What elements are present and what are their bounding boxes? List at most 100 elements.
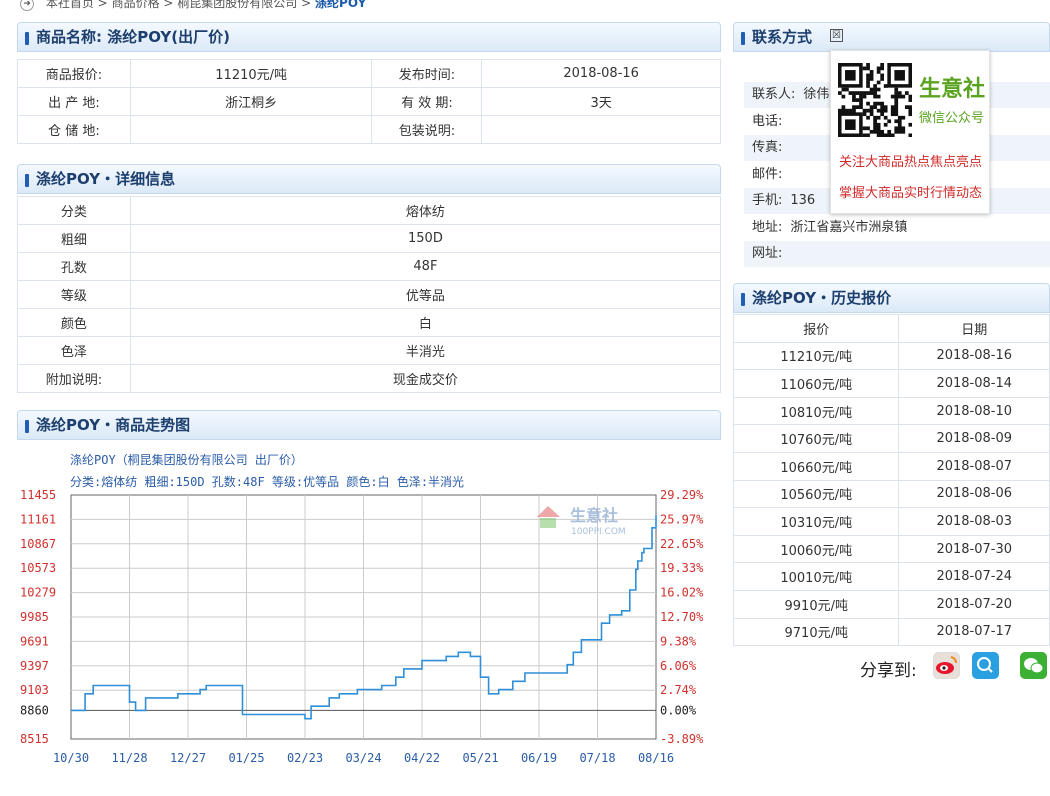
detail-title-text: 涤纶POY・详细信息 <box>36 170 176 188</box>
y-tick-left: 10279 <box>20 586 56 600</box>
close-popup-icon[interactable]: ☒ <box>830 29 843 42</box>
chart-line <box>71 515 657 720</box>
trend-title-text: 涤纶POY・商品走势图 <box>36 416 191 434</box>
detail-row: 色泽 半消光 <box>17 336 722 365</box>
chart-spec-line: 分类:熔体纺 粗细:150D 孔数:48F 等级:优等品 颜色:白 色泽:半消光 <box>70 475 465 489</box>
y-tick-left: 9691 <box>20 634 49 648</box>
y-tick-left: 8860 <box>20 703 49 717</box>
y-tick-left: 11161 <box>20 512 56 526</box>
history-price: 11060元/吨 <box>732 369 900 398</box>
history-row: 10310元/吨 2018-08-03 <box>732 507 1050 536</box>
detail-row: 分类 熔体纺 <box>17 196 722 225</box>
breadcrumb-current: 涤纶POY <box>315 0 367 10</box>
product-label: 有 效 期: <box>371 87 483 116</box>
history-date: 2018-07-24 <box>898 562 1050 591</box>
history-panel-title: 涤纶POY・历史报价 <box>733 283 1050 313</box>
y-tick-right: 9.38% <box>660 634 697 648</box>
product-value: 3天 <box>481 87 721 116</box>
contact-label: 传真: <box>752 140 783 155</box>
product-row: 出 产 地: 浙江桐乡有 效 期: 3天 <box>17 87 721 116</box>
x-tick-label: 04/22 <box>404 751 440 765</box>
y-tick-right: 16.02% <box>660 586 704 600</box>
contact-value: 136 <box>790 193 816 208</box>
product-panel-title: 商品名称: 涤纶POY(出厂价) <box>17 22 721 52</box>
history-row: 9910元/吨 2018-07-20 <box>732 589 1050 619</box>
chart-subtitle: 涤纶POY（桐昆集团股份有限公司 出厂价） <box>70 453 303 467</box>
detail-value: 48F <box>129 252 722 281</box>
history-price: 10010元/吨 <box>732 562 900 591</box>
detail-label: 等级 <box>17 280 131 309</box>
history-date: 2018-08-16 <box>898 341 1050 371</box>
breadcrumb-sep: > <box>163 0 174 10</box>
history-row: 10060元/吨 2018-07-30 <box>732 534 1050 564</box>
product-value <box>129 115 373 144</box>
history-price: 10560元/吨 <box>732 479 900 509</box>
history-table: 报价 日期 11210元/吨 2018-08-16 11060元/吨 2018-08-… <box>732 314 1050 647</box>
chart-ticks: 10/30 11/28 12/27 01/25 02/23 03/24 04/22 05/21… <box>20 488 704 765</box>
trend-panel-title: 涤纶POY・商品走势图 <box>17 410 721 440</box>
popup-line-2: 掌握大商品实时行情动态 <box>839 186 983 201</box>
breadcrumb-company[interactable]: 桐昆集团股份有限公司 <box>177 0 297 10</box>
product-label: 商品报价: <box>17 59 131 88</box>
detail-panel-title: 涤纶POY・详细信息 <box>17 164 721 194</box>
x-tick-label: 02/23 <box>287 751 323 765</box>
breadcrumb-sep: > <box>97 0 108 10</box>
product-info-table: 商品报价: 11210元/吨 发布时间: 2018-08-16 出 产 地: 浙江桐乡有 … <box>17 59 721 144</box>
chart-watermark: 生意社 100PPI.COM <box>537 506 626 537</box>
history-price: 11210元/吨 <box>732 341 900 371</box>
breadcrumb-prices[interactable]: 商品价格 <box>112 0 160 10</box>
detail-label: 色泽 <box>17 336 131 365</box>
x-tick-label: 05/21 <box>462 751 498 765</box>
history-row: 10810元/吨 2018-08-10 <box>732 396 1050 426</box>
history-row: 10660元/吨 2018-08-07 <box>732 451 1050 481</box>
product-row: 仓 储 地: 包装说明: <box>17 115 721 144</box>
detail-row: 粗细 150D <box>17 224 722 253</box>
contact-value: 徐伟 <box>803 87 830 102</box>
product-label: 发布时间: <box>371 59 483 88</box>
chart-grid <box>70 494 657 740</box>
price-line <box>71 515 657 720</box>
x-tick-label: 10/30 <box>53 751 89 765</box>
x-tick-label: 08/16 <box>638 751 674 765</box>
detail-table: 分类 熔体纺 粗细 150D 孔数 48F 等级 优等品 颜色白色泽 半消光 附加说明: 现金成交价 <box>17 196 722 393</box>
product-value: 浙江桐乡 <box>129 87 373 116</box>
contact-label: 网址: <box>752 246 783 261</box>
y-tick-right: 22.65% <box>660 537 704 551</box>
watermark-logo-icon <box>537 506 560 517</box>
breadcrumb-home[interactable]: 本社首页 <box>46 0 94 10</box>
popup-brand: 生意社 <box>919 77 986 102</box>
detail-value: 白 <box>129 308 722 337</box>
detail-label: 孔数 <box>17 252 131 281</box>
history-date: 2018-07-30 <box>898 534 1050 564</box>
x-tick-label: 07/18 <box>579 751 615 765</box>
plot-frame <box>70 494 657 740</box>
detail-label: 粗细 <box>17 224 131 253</box>
y-tick-left: 9397 <box>20 659 49 673</box>
history-date: 2018-08-06 <box>898 479 1050 509</box>
wechat-icon[interactable] <box>1020 652 1047 679</box>
history-row: 9710元/吨 2018-07-17 <box>732 617 1050 647</box>
history-date: 2018-07-20 <box>898 589 1050 619</box>
qr-code-icon <box>838 63 912 137</box>
history-date: 2018-07-17 <box>898 617 1050 647</box>
product-label: 包装说明: <box>371 115 483 144</box>
arrow-icon: ➜ <box>20 0 34 11</box>
history-price: 9910元/吨 <box>732 589 900 619</box>
history-date: 2018-08-07 <box>898 451 1050 481</box>
contact-value: 浙江省嘉兴市洲泉镇 <box>790 219 908 235</box>
contact-panel-title: 联系方式 <box>733 22 1050 52</box>
detail-label: 颜色 <box>17 308 131 337</box>
weibo-icon[interactable] <box>933 652 960 679</box>
history-col-price: 报价 <box>732 314 900 343</box>
contact-label: 邮件: <box>752 166 783 182</box>
qzone-icon[interactable] <box>972 652 999 679</box>
history-col-date: 日期 <box>898 314 1050 343</box>
history-row: 11210元/吨 2018-08-16 <box>732 341 1050 371</box>
y-tick-left: 10573 <box>20 561 56 575</box>
detail-value: 熔体纺 <box>129 196 722 225</box>
contact-row: 地址: 浙江省嘉兴市洲泉镇 <box>744 214 1050 241</box>
watermark-cn: 生意社 <box>570 506 618 525</box>
product-label: 出 产 地: <box>17 87 131 116</box>
detail-value: 半消光 <box>129 336 722 365</box>
contact-title-text: 联系方式 <box>752 28 813 46</box>
